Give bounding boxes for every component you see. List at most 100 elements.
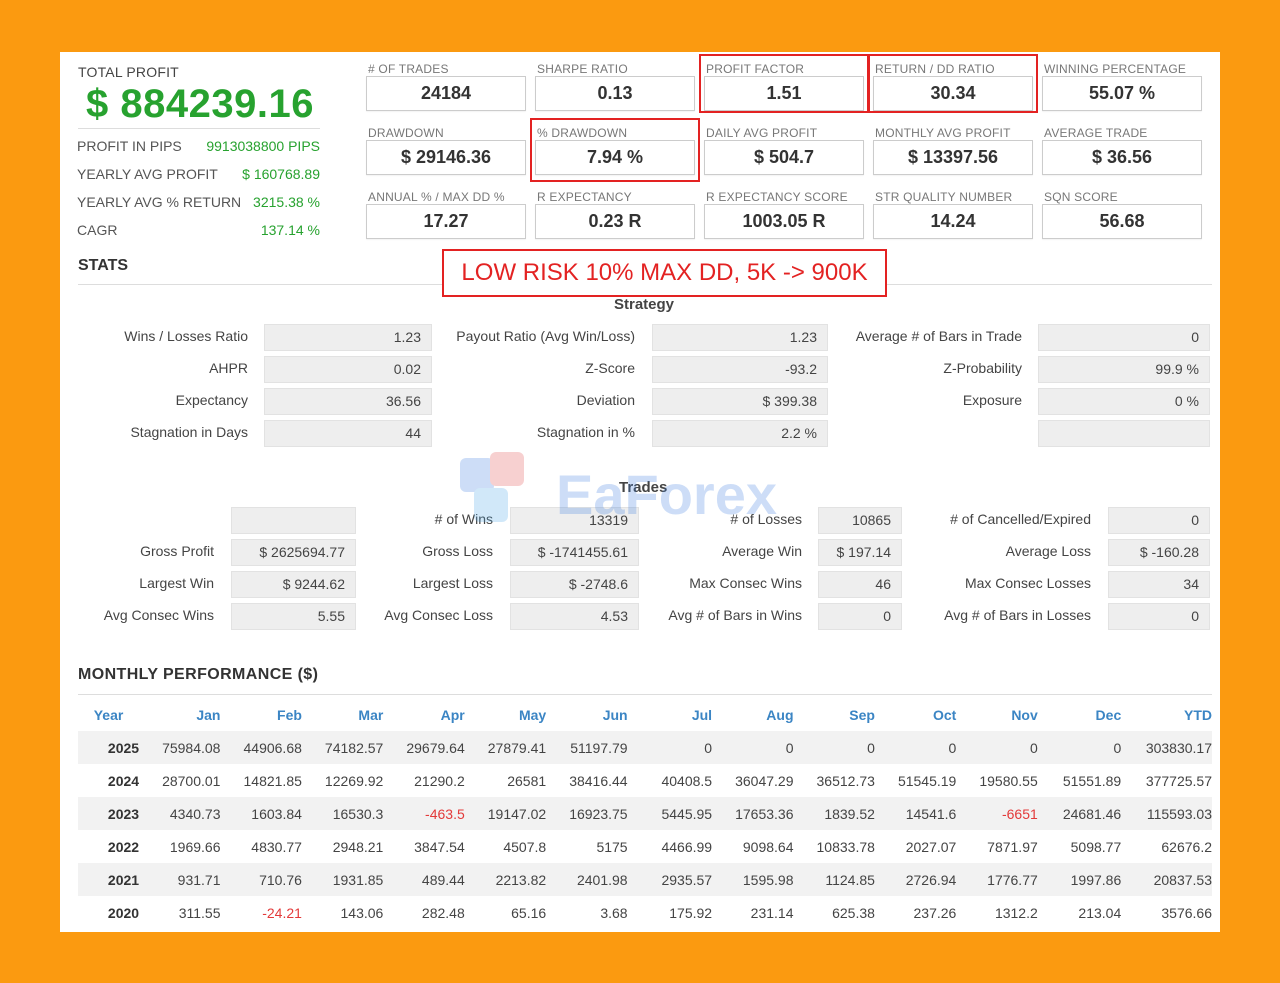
trades-value: 10865 [818, 507, 902, 534]
metric-card: ANNUAL % / MAX DD % 17.27 [366, 190, 526, 240]
month-value: 2935.57 [627, 863, 713, 896]
monthly-header-cell: Mar [358, 706, 384, 723]
month-value: 36512.73 [816, 772, 875, 789]
month-value: 0 [627, 731, 713, 764]
month-value: 377725.57 [1145, 772, 1212, 789]
month-value: 1931.85 [301, 863, 384, 896]
strategy-value [1038, 420, 1210, 447]
trades-label: Avg Consec Loss [384, 607, 493, 623]
month-value: 2401.98 [546, 863, 628, 896]
strategy-value: $ 399.38 [652, 388, 828, 415]
trades-title: Trades [619, 479, 668, 496]
month-value: 231.14 [750, 904, 794, 921]
metric-value: 56.68 [1042, 204, 1202, 239]
month-value: 4466.99 [661, 838, 713, 855]
month-value: 27879.41 [464, 731, 547, 764]
trades-value: $ -160.28 [1108, 539, 1210, 566]
trades-label: # of Cancelled/Expired [950, 511, 1091, 527]
metric-value: 17.27 [366, 204, 526, 239]
month-value: 7871.97 [987, 838, 1038, 855]
strategy-value: 0 % [1038, 388, 1210, 415]
metric-card: AVERAGE TRADE $ 36.56 [1042, 126, 1202, 176]
month-value: 65.16 [511, 904, 547, 921]
month-value: 5175 [596, 838, 628, 855]
month-value: 19147.02 [464, 797, 547, 830]
trades-value: 0 [1108, 603, 1210, 630]
trades-value: 13319 [510, 507, 639, 534]
metric-label: DAILY AVG PROFIT [706, 126, 818, 140]
month-value: 26581 [507, 772, 547, 789]
trades-value: 0 [818, 603, 902, 630]
strategy-value: 99.9 % [1038, 356, 1210, 383]
monthly-header-cell: Jan [196, 706, 221, 723]
strategy-label: Payout Ratio (Avg Win/Loss) [456, 328, 635, 344]
month-value: 1969.66 [169, 838, 221, 855]
year-cell: 2025 [78, 731, 140, 764]
trades-value: 46 [818, 571, 902, 598]
month-value: 0 [793, 731, 875, 764]
month-value: 5098.77 [1070, 838, 1122, 855]
metric-value: $ 504.7 [704, 140, 864, 175]
highlight-box [530, 118, 700, 182]
total-profit-label: TOTAL PROFIT [78, 64, 179, 80]
month-value: 38416.44 [569, 772, 628, 789]
trades-label: Gross Profit [140, 543, 214, 559]
month-value: 303830.17 [1121, 731, 1212, 764]
monthly-header-cell: Year [93, 706, 124, 723]
month-value: 4340.73 [139, 797, 221, 830]
month-value: 0 [874, 731, 957, 764]
strategy-value: 0 [1038, 324, 1210, 351]
trades-label: Avg Consec Wins [103, 607, 214, 623]
strategy-label: Stagnation in Days [130, 424, 248, 440]
trades-label: # of Losses [730, 511, 802, 527]
strategy-label: Deviation [576, 392, 635, 408]
month-value: 115593.03 [1121, 797, 1212, 830]
kv-value: 3215.38 % [253, 194, 320, 210]
month-value: 3.68 [600, 904, 628, 921]
highlight-box [699, 54, 869, 113]
month-value: 75984.08 [139, 731, 221, 764]
trades-label: Largest Loss [412, 575, 493, 591]
month-value: -6651 [956, 797, 1038, 830]
month-value: 9098.64 [742, 838, 794, 855]
month-value: 1595.98 [712, 863, 794, 896]
month-value: 0 [1037, 731, 1122, 764]
strategy-value: 0.02 [264, 356, 432, 383]
month-value: 3847.54 [414, 838, 465, 855]
monthly-header-cell: May [518, 706, 547, 723]
month-value: 3576.66 [1161, 904, 1212, 921]
strategy-title: Strategy [614, 296, 675, 313]
month-value: 16923.75 [546, 797, 628, 830]
trades-label: Average Loss [1005, 543, 1091, 559]
kv-value: $ 160768.89 [242, 166, 320, 182]
month-value: 12269.92 [324, 772, 384, 789]
strategy-value: 2.2 % [652, 420, 828, 447]
month-value: 51545.19 [897, 772, 957, 789]
year-cell: 2020 [107, 904, 140, 921]
monthly-row: 2024 28700.01 14821.85 12269.92 21290.2 26581… [78, 764, 1212, 797]
metric-card: SHARPE RATIO 0.13 [535, 62, 695, 112]
metric-card: # OF TRADES 24184 [366, 62, 526, 112]
trades-label: # of Wins [434, 511, 493, 527]
month-value: 143.06 [340, 904, 384, 921]
monthly-header-cell: Nov [1011, 706, 1038, 723]
metric-label: R EXPECTANCY SCORE [706, 190, 848, 204]
month-value: 19580.55 [979, 772, 1038, 789]
month-value: 625.38 [832, 904, 875, 921]
metric-card: R EXPECTANCY SCORE 1003.05 R [704, 190, 864, 240]
report-panel: TOTAL PROFIT $ 884239.16 PROFIT IN PIPS … [60, 52, 1220, 932]
month-value: 17653.36 [712, 797, 794, 830]
metric-label: DRAWDOWN [368, 126, 444, 140]
metric-label: MONTHLY AVG PROFIT [875, 126, 1011, 140]
trades-value: $ 2625694.77 [231, 539, 356, 566]
month-value: 489.44 [383, 863, 465, 896]
strategy-value: 36.56 [264, 388, 432, 415]
month-value: 51197.79 [546, 731, 628, 764]
monthly-row: 2025 75984.08 44906.68 74182.57 29679.64 2787… [78, 731, 1212, 764]
month-value: 14541.6 [874, 797, 957, 830]
kv-label: YEARLY AVG PROFIT [77, 166, 218, 182]
monthly-header-cell: Apr [440, 706, 465, 723]
metric-label: STR QUALITY NUMBER [875, 190, 1013, 204]
month-value: 2213.82 [464, 863, 547, 896]
monthly-header-cell: Jul [691, 706, 713, 723]
